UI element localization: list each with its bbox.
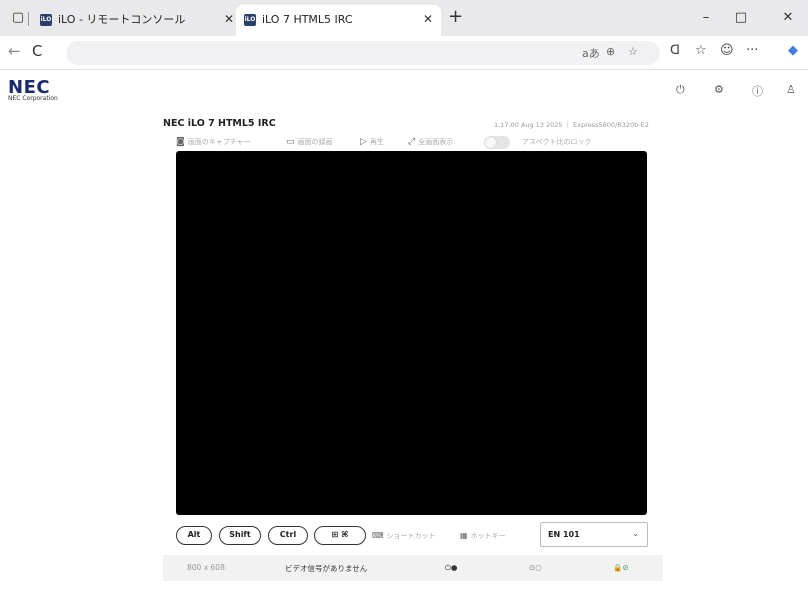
back-icon[interactable]: ←	[8, 42, 21, 60]
console-title: NEC iLO 7 HTML5 IRC	[163, 118, 276, 129]
firmware-version: 1.17.00 Aug 13 2025 ｜ Express5800/R320b-…	[494, 121, 649, 129]
expand-icon: ⤢	[408, 137, 416, 147]
browser-tab-strip: ▢ iLO iLO - リモートコンソール ✕ iLO iLO 7 HTML5 …	[0, 0, 808, 36]
favorites-icon[interactable]: ☆	[695, 43, 707, 58]
reload-icon[interactable]: C	[32, 42, 42, 60]
info-icon[interactable]: ⓘ	[752, 83, 763, 99]
video-icon: ▭	[286, 137, 295, 147]
favorite-star-icon[interactable]: ☆	[628, 45, 638, 58]
address-bar[interactable]: aあ ⊕ ☆	[66, 41, 660, 65]
zoom-icon[interactable]: ⊕	[606, 45, 615, 58]
tab-divider	[28, 12, 29, 26]
remote-console-screen[interactable]	[176, 151, 647, 515]
keyboard-icon: ⌨	[372, 531, 384, 540]
record-screen-button[interactable]: ▭ 画面の録画	[286, 137, 333, 147]
close-tab-icon[interactable]: ✕	[423, 5, 433, 34]
grid-icon: ▦	[460, 531, 468, 540]
aspect-lock-label: アスペクト比のロック	[522, 138, 592, 146]
alt-key-button[interactable]: Alt	[176, 526, 212, 545]
copilot-icon[interactable]: ◆	[788, 43, 798, 58]
read-aloud-icon[interactable]: aあ	[582, 45, 600, 61]
camera-icon: ◙	[176, 137, 185, 147]
shift-key-button[interactable]: Shift	[219, 526, 261, 545]
resolution-label: 800 x 608	[187, 563, 225, 572]
ctrl-key-button[interactable]: Ctrl	[268, 526, 308, 545]
power-status-icon: ⏻●	[445, 563, 458, 572]
virtual-media-status-icon: ⊙○	[529, 563, 542, 572]
shortcut-button[interactable]: ⌨ ショートカット	[372, 531, 436, 541]
aspect-lock-toggle[interactable]	[484, 136, 510, 149]
tab-remote-console[interactable]: iLO iLO - リモートコンソール ✕	[32, 5, 242, 36]
tab-html5-irc[interactable]: iLO iLO 7 HTML5 IRC ✕	[236, 5, 441, 36]
video-status-message: ビデオ信号がありません	[285, 564, 368, 573]
new-tab-button[interactable]: +	[448, 6, 463, 27]
more-menu-icon[interactable]: ···	[746, 43, 758, 58]
toggle-knob	[485, 137, 496, 148]
settings-icon[interactable]: ⚙	[714, 83, 724, 96]
user-icon[interactable]: ♙	[786, 83, 796, 96]
maximize-button[interactable]: □	[731, 8, 751, 28]
keyboard-layout-select[interactable]: EN 101 ⌄	[540, 522, 648, 547]
capture-screen-button[interactable]: ◙ 画面のキャプチャー	[176, 137, 251, 147]
extensions-icon[interactable]: ᗡ	[670, 43, 680, 58]
power-icon[interactable]: ⏻	[676, 83, 685, 97]
corporation-label: NEC Corporation	[8, 95, 58, 102]
hotkey-button[interactable]: ▦ ホットキー	[460, 531, 506, 541]
tab-label: iLO 7 HTML5 IRC	[262, 13, 353, 26]
ilo-favicon-icon: iLO	[40, 14, 52, 26]
chevron-down-icon: ⌄	[632, 529, 639, 538]
tab-actions-icon[interactable]: ▢	[8, 8, 28, 28]
fullscreen-button[interactable]: ⤢ 全画面表示	[408, 137, 453, 147]
profile-icon[interactable]: ☺	[720, 43, 734, 58]
close-tab-icon[interactable]: ✕	[224, 5, 234, 34]
ilo-favicon-icon: iLO	[244, 14, 256, 26]
keyboard-layout-value: EN 101	[548, 530, 580, 539]
security-status-icon: 🔒⊘	[613, 563, 629, 572]
play-button[interactable]: ▷ 再生	[360, 137, 384, 147]
play-icon: ▷	[360, 137, 367, 147]
tab-label: iLO - リモートコンソール	[58, 13, 186, 26]
windows-key-button[interactable]: ⊞ ⌘	[314, 526, 366, 545]
browser-toolbar: ← C aあ ⊕ ☆ ᗡ ☆ ☺ ··· ◆	[0, 36, 808, 70]
close-window-button[interactable]: ✕	[778, 8, 798, 28]
minimize-button[interactable]: –	[696, 8, 716, 28]
console-status-bar: 800 x 608 ビデオ信号がありません ⏻● ⊙○ 🔒⊘	[163, 555, 663, 581]
